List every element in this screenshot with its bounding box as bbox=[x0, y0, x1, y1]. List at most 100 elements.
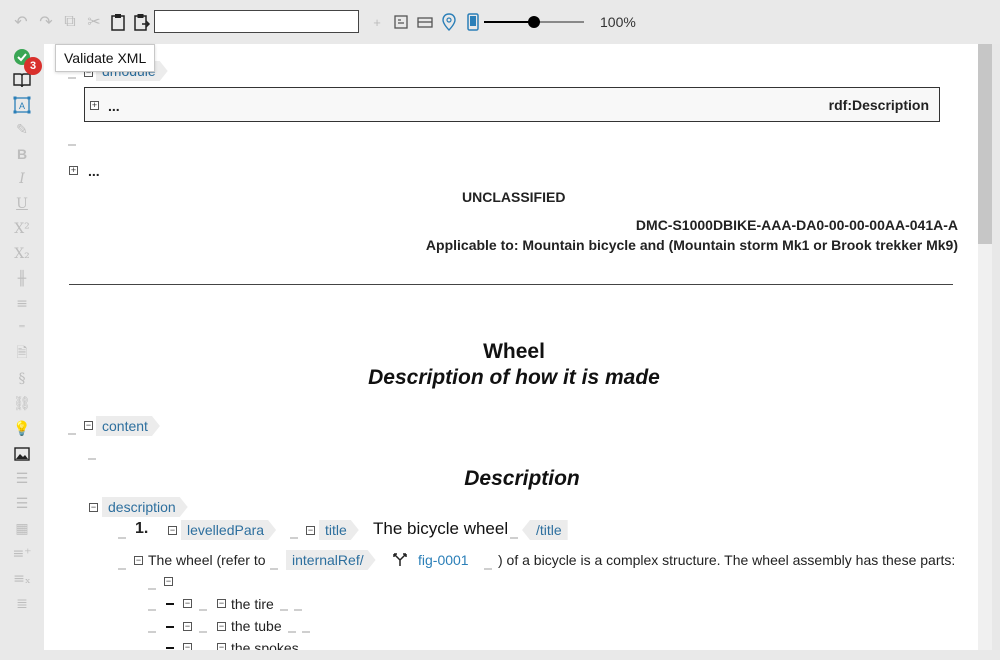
collapse-toggle[interactable]: − bbox=[164, 577, 173, 586]
superscript-icon[interactable]: X² bbox=[12, 219, 32, 239]
layout-view-icon[interactable] bbox=[415, 12, 435, 32]
divider bbox=[69, 284, 953, 285]
tag-dash bbox=[484, 568, 492, 570]
list-item: the spokes bbox=[231, 640, 299, 650]
tag-dash bbox=[280, 609, 288, 611]
collapse-toggle[interactable]: − bbox=[134, 556, 143, 565]
collapse-toggle[interactable]: − bbox=[217, 643, 226, 650]
document-editor[interactable]: − dmodule + ... rdf:Description + ... UN… bbox=[44, 44, 978, 650]
document-view-icon[interactable] bbox=[391, 12, 411, 32]
paste-icon[interactable] bbox=[108, 12, 128, 32]
undo-icon[interactable]: ↶ bbox=[11, 12, 31, 32]
cross-reference-icon[interactable] bbox=[391, 550, 409, 568]
para-title: The bicycle wheel bbox=[373, 519, 509, 538]
para-text-start: The wheel (refer to bbox=[148, 552, 266, 568]
italic-icon[interactable]: I bbox=[12, 169, 32, 189]
text-frame-icon[interactable]: A bbox=[12, 95, 32, 115]
zoom-slider[interactable] bbox=[484, 16, 584, 28]
underline-icon[interactable]: U bbox=[12, 194, 32, 214]
toolbar: ↶ ↷ ⧉ ✂ + 100% bbox=[0, 0, 1000, 44]
ordered-list-icon[interactable]: ☰ bbox=[12, 469, 32, 489]
svg-text:A: A bbox=[19, 101, 25, 111]
search-input[interactable] bbox=[154, 10, 359, 33]
table-icon[interactable]: ▦ bbox=[12, 519, 32, 539]
tag-dash bbox=[148, 588, 156, 590]
fig-reference-link[interactable]: fig-0001 bbox=[418, 552, 469, 568]
lightbulb-icon[interactable]: 💡 bbox=[12, 419, 32, 439]
levelledpara-tag[interactable]: levelledPara bbox=[181, 520, 276, 540]
collapse-toggle[interactable]: − bbox=[183, 643, 192, 650]
list-bullet bbox=[166, 626, 174, 628]
content-tag[interactable]: content bbox=[96, 416, 160, 436]
expand-toggle[interactable]: + bbox=[69, 166, 78, 175]
list-bullet bbox=[166, 647, 174, 649]
split-icon[interactable]: ╫ bbox=[12, 269, 32, 289]
collapse-toggle[interactable]: − bbox=[217, 599, 226, 608]
dmc-code: DMC-S1000DBIKE-AAA-DA0-00-00-00AA-041A-A bbox=[635, 217, 958, 233]
document-insert-icon[interactable]: 🗎 bbox=[12, 344, 32, 364]
symbol-icon[interactable]: § bbox=[12, 369, 32, 389]
tag-dash bbox=[148, 609, 156, 611]
tag-dash bbox=[68, 433, 76, 435]
mobile-view-icon[interactable] bbox=[463, 12, 483, 32]
add-icon[interactable]: + bbox=[367, 12, 387, 32]
para-number: 1. bbox=[135, 520, 149, 537]
collapse-toggle[interactable]: − bbox=[183, 599, 192, 608]
redo-icon[interactable]: ↷ bbox=[36, 12, 56, 32]
tag-dash bbox=[148, 631, 156, 633]
tag-dash bbox=[199, 609, 207, 611]
align-icon[interactable]: ≡ bbox=[12, 294, 32, 314]
vertical-scrollbar[interactable] bbox=[978, 44, 992, 650]
location-pin-icon[interactable] bbox=[439, 12, 459, 32]
zoom-level: 100% bbox=[600, 14, 636, 30]
unordered-list-icon[interactable]: ☰ bbox=[12, 494, 32, 514]
collapsed-ellipsis: ... bbox=[88, 163, 100, 179]
description-tag[interactable]: description bbox=[102, 497, 188, 517]
subscript-icon[interactable]: X₂ bbox=[12, 244, 32, 264]
tag-dash bbox=[68, 77, 76, 79]
bold-icon[interactable]: B bbox=[12, 144, 32, 164]
tag-dash bbox=[199, 631, 207, 633]
collapse-toggle[interactable]: − bbox=[183, 622, 192, 631]
rdf-ellipsis: ... bbox=[108, 98, 120, 114]
scrollbar-thumb[interactable] bbox=[978, 44, 992, 244]
image-icon[interactable] bbox=[12, 444, 32, 464]
collapse-toggle[interactable]: − bbox=[84, 421, 93, 430]
list-bullet bbox=[166, 603, 174, 605]
collapse-toggle[interactable]: − bbox=[89, 503, 98, 512]
tag-dash bbox=[510, 537, 518, 539]
title-close-tag[interactable]: /title bbox=[522, 520, 568, 540]
cut-icon[interactable]: ✂ bbox=[84, 12, 104, 32]
column-icon[interactable]: ≣ bbox=[12, 594, 32, 614]
pencil-icon[interactable]: ✎ bbox=[12, 120, 32, 140]
expand-toggle[interactable]: + bbox=[90, 101, 99, 110]
tag-dash bbox=[288, 631, 296, 633]
paste-special-icon[interactable] bbox=[132, 12, 152, 32]
page-subtitle: Description of how it is made bbox=[368, 366, 660, 389]
format-sidebar: A ✎ B I U X² X₂ ╫ ≡ ⁼ 🗎 § ⛓ 💡 ☰ ☰ ▦ ≡⁺ ≡… bbox=[0, 44, 44, 660]
rdf-label: rdf:Description bbox=[828, 97, 929, 113]
tag-dash bbox=[88, 458, 96, 460]
rdf-description-box[interactable]: + ... rdf:Description bbox=[84, 87, 940, 122]
tag-dash bbox=[68, 144, 76, 146]
list-item: the tube bbox=[231, 618, 282, 634]
bottom-strip bbox=[44, 650, 1000, 660]
tag-dash bbox=[290, 537, 298, 539]
title-tag[interactable]: title bbox=[319, 520, 359, 540]
zoom-slider-knob[interactable] bbox=[528, 16, 540, 28]
applicability: Applicable to: Mountain bicycle and (Mou… bbox=[425, 237, 958, 253]
internalref-tag[interactable]: internalRef/ bbox=[286, 550, 376, 570]
classification: UNCLASSIFIED bbox=[462, 189, 566, 205]
tag-dash bbox=[270, 568, 278, 570]
delete-row-icon[interactable]: ≡ₓ bbox=[12, 569, 32, 589]
error-count-badge: 3 bbox=[24, 57, 42, 75]
link-icon[interactable]: ⛓ bbox=[12, 394, 32, 414]
indent-icon[interactable]: ⁼ bbox=[12, 319, 32, 339]
insert-row-icon[interactable]: ≡⁺ bbox=[12, 544, 32, 564]
copy-icon[interactable]: ⧉ bbox=[60, 12, 80, 32]
collapse-toggle[interactable]: − bbox=[306, 526, 315, 535]
collapse-toggle[interactable]: − bbox=[217, 622, 226, 631]
tag-dash bbox=[118, 568, 126, 570]
page-title: Wheel bbox=[483, 340, 545, 363]
collapse-toggle[interactable]: − bbox=[168, 526, 177, 535]
